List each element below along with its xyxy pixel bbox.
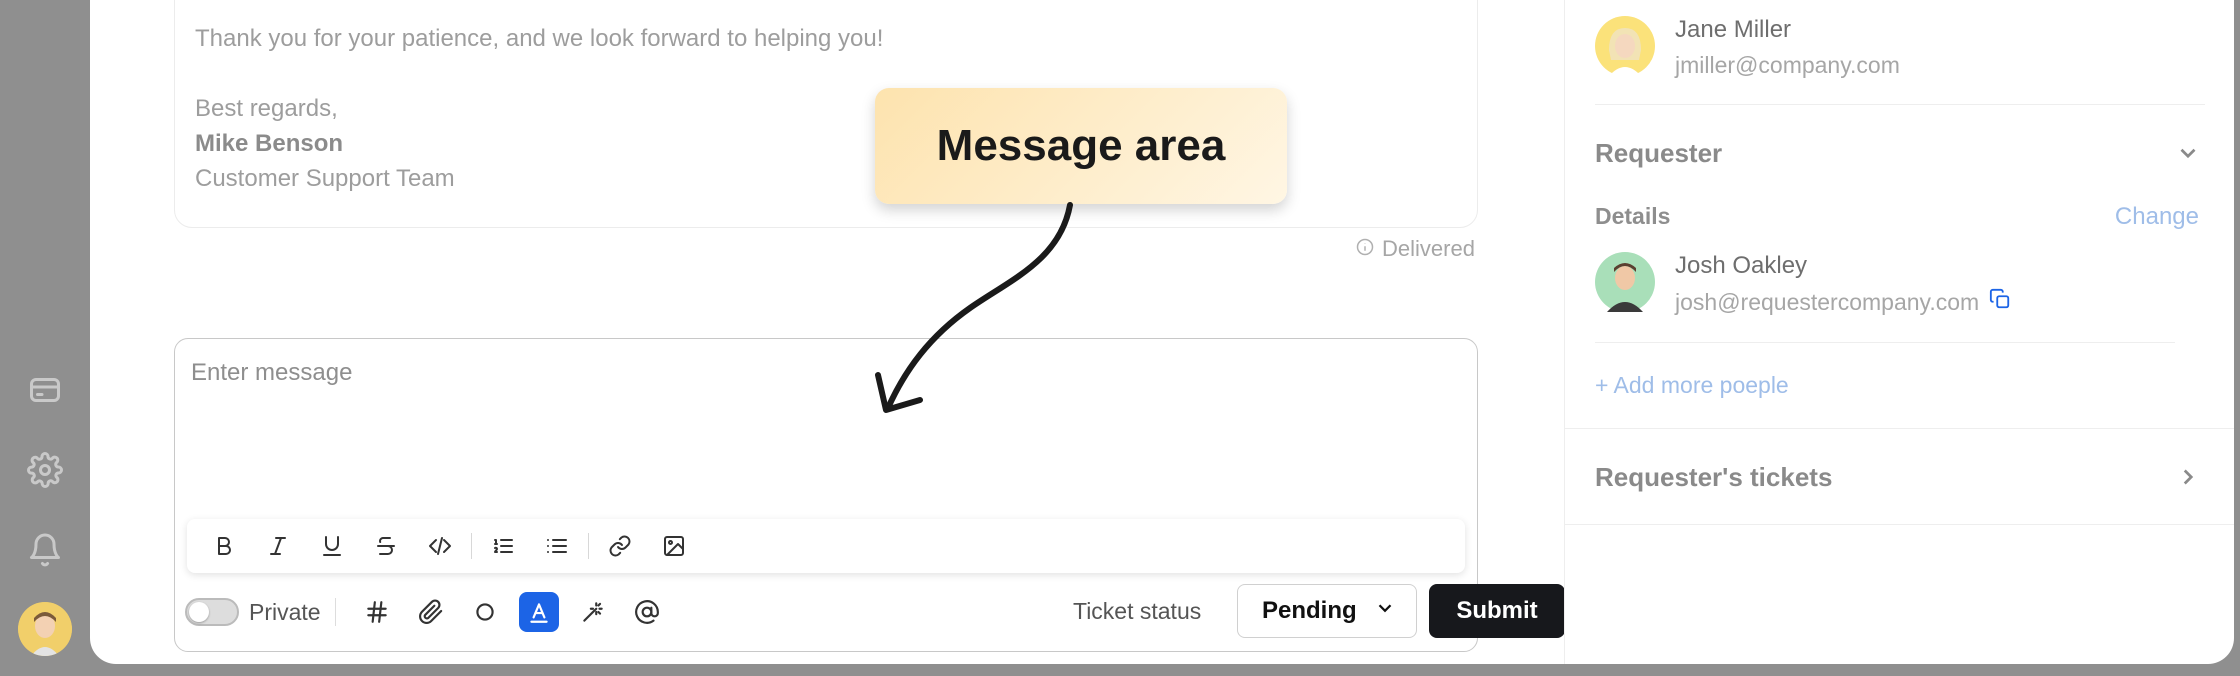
requester-card: Josh Oakley josh@requestercompany.com — [1595, 252, 2011, 316]
user-avatar[interactable] — [18, 602, 72, 656]
divider — [1595, 342, 2175, 343]
message-composer[interactable]: Enter message Private Ticket status Pend… — [174, 338, 1565, 652]
ticket-status-label: Ticket status — [1073, 598, 1202, 624]
link-icon[interactable] — [593, 519, 647, 573]
private-toggle[interactable] — [185, 598, 239, 626]
assignee-card: Jane Miller jmiller@company.com — [1595, 16, 1900, 79]
annotation-arrow-icon — [875, 202, 1073, 413]
requester-name: Josh Oakley — [1675, 252, 1808, 279]
signature-team: Customer Support Team — [195, 165, 455, 192]
card-icon[interactable] — [25, 370, 65, 410]
chevron-down-icon — [1374, 597, 1396, 626]
magic-wand-icon[interactable] — [566, 585, 620, 639]
bullet-list-icon[interactable] — [530, 519, 584, 573]
left-rail — [0, 0, 90, 676]
assignee-avatar — [1595, 16, 1655, 76]
message-line: Best regards, — [195, 95, 338, 122]
requester-tickets-title[interactable]: Requester's tickets — [1595, 462, 1832, 493]
main-card: Thank you for your patience, and we look… — [90, 0, 2234, 664]
ordered-list-icon[interactable] — [476, 519, 530, 573]
details-label: Details — [1595, 203, 1671, 229]
hashtag-icon[interactable] — [350, 585, 404, 639]
right-panel: Jane Miller jmiller@company.com Requeste… — [1564, 0, 2234, 664]
requester-avatar — [1595, 252, 1655, 312]
message-line: Thank you for your patience, and we look… — [195, 25, 884, 52]
private-label: Private — [249, 598, 321, 625]
assignee-name: Jane Miller — [1675, 16, 1792, 43]
code-icon[interactable] — [413, 519, 467, 573]
assignee-email: jmiller@company.com — [1675, 52, 1900, 78]
requester-email: josh@requestercompany.com — [1675, 288, 1980, 315]
chevron-down-icon[interactable] — [2175, 140, 2201, 171]
divider — [1565, 428, 2234, 429]
divider — [1565, 524, 2234, 525]
annotation-callout: Message area — [875, 88, 1287, 204]
composer-bottom-bar: Private Ticket status Pending Submit — [185, 584, 1565, 640]
requester-section-title[interactable]: Requester — [1595, 138, 1722, 169]
toolbar-divider — [471, 533, 472, 559]
info-icon — [1356, 236, 1374, 262]
circle-icon[interactable] — [458, 585, 512, 639]
submit-button[interactable]: Submit — [1429, 584, 1565, 638]
strikethrough-icon[interactable] — [359, 519, 413, 573]
copy-icon[interactable] — [1989, 288, 2011, 316]
bottom-bar-divider — [334, 598, 336, 626]
text-color-icon[interactable] — [518, 592, 559, 632]
underline-icon[interactable] — [305, 519, 359, 573]
ticket-status-dropdown[interactable]: Pending — [1237, 584, 1417, 638]
delivered-status: Delivered — [1356, 236, 1475, 262]
mention-icon[interactable] — [620, 585, 674, 639]
italic-icon[interactable] — [251, 519, 305, 573]
delivered-label: Delivered — [1382, 236, 1475, 261]
divider — [1595, 104, 2205, 105]
formatting-toolbar — [187, 519, 1465, 573]
add-more-people-link[interactable]: + Add more poeple — [1595, 372, 1789, 399]
paperclip-icon[interactable] — [404, 585, 458, 639]
toolbar-divider — [588, 533, 589, 559]
ticket-status-value: Pending — [1262, 597, 1357, 624]
bold-icon[interactable] — [197, 519, 251, 573]
bell-icon[interactable] — [25, 530, 65, 570]
change-link[interactable]: Change — [2115, 203, 2199, 231]
requester-email-row: josh@requestercompany.com — [1675, 288, 2011, 316]
image-icon[interactable] — [647, 519, 701, 573]
chevron-right-icon[interactable] — [2175, 464, 2201, 495]
signature-name: Mike Benson — [195, 130, 344, 157]
gear-icon[interactable] — [25, 450, 65, 490]
message-input[interactable]: Enter message — [191, 359, 352, 387]
